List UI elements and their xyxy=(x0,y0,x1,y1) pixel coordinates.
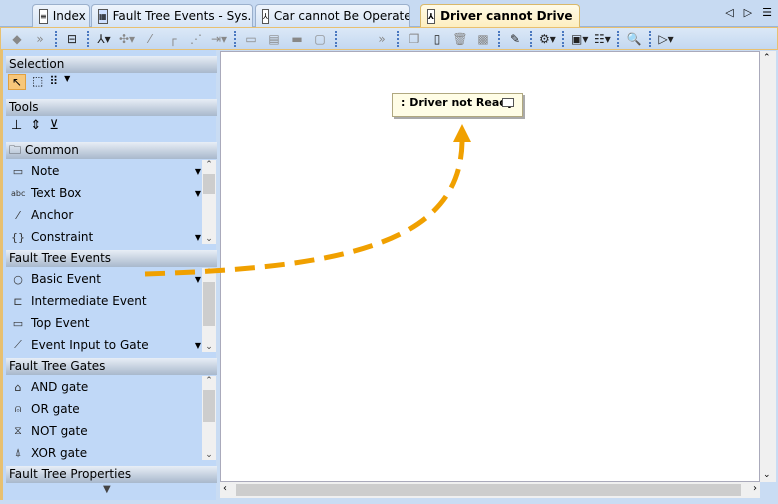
arrow-head-icon xyxy=(453,124,471,142)
drag-arrow-overlay xyxy=(144,124,471,277)
drag-arrow-path xyxy=(144,141,465,277)
